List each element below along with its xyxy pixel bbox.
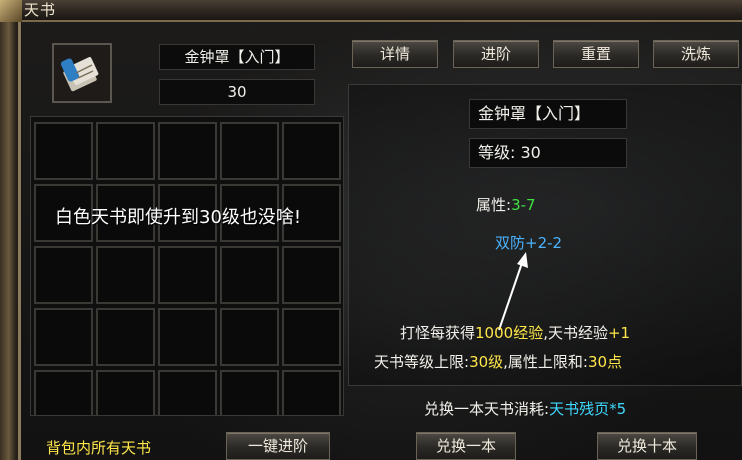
level-limit-line: 天书等级上限:30级,属性上限和:30点 xyxy=(374,351,622,372)
advance-button[interactable]: 进阶 xyxy=(453,40,539,68)
info-level-value: 30 xyxy=(520,143,541,162)
limit-prefix: 天书等级上限: xyxy=(374,353,470,371)
exchange-cost-line: 兑换一本天书消耗:天书残页*5 xyxy=(424,398,626,419)
book-level-field: 30 xyxy=(159,79,315,105)
limit-mid: ,属性上限和: xyxy=(503,353,588,371)
attribute-line: 属性:3-7 xyxy=(476,194,536,215)
limit-points: 30点 xyxy=(587,353,623,371)
inventory-slot[interactable] xyxy=(282,370,341,415)
inventory-slot[interactable] xyxy=(158,370,217,415)
exchange-cost-label: 兑换一本天书消耗: xyxy=(424,400,550,418)
inventory-slot[interactable] xyxy=(96,308,155,366)
inventory-slot[interactable] xyxy=(282,122,341,180)
info-level-label: 等级: xyxy=(478,143,516,162)
inventory-slot[interactable] xyxy=(34,370,93,415)
window-left-border xyxy=(0,0,22,460)
exp-mid: ,天书经验 xyxy=(543,324,608,342)
exchange-ten-button[interactable]: 兑换十本 xyxy=(597,432,697,460)
inventory-slot[interactable] xyxy=(220,370,279,415)
inventory-slot[interactable] xyxy=(220,246,279,304)
inventory-slot[interactable] xyxy=(220,308,279,366)
book-icon-slot[interactable] xyxy=(52,43,112,103)
inventory-slot[interactable] xyxy=(34,122,93,180)
refine-button[interactable]: 洗炼 xyxy=(653,40,739,68)
annotation-caption: 白色天书即使升到30级也没啥! xyxy=(55,207,302,228)
title-bar: 天书 xyxy=(0,0,742,22)
exp-amount: 1000经验 xyxy=(475,324,544,342)
inventory-slot[interactable] xyxy=(158,246,217,304)
book-name-field: 金钟罩【入门】 xyxy=(159,44,315,70)
exchange-one-button[interactable]: 兑换一本 xyxy=(416,432,516,460)
inventory-slot[interactable] xyxy=(158,122,217,180)
inventory-slot[interactable] xyxy=(34,246,93,304)
exchange-cost-value: 天书残页*5 xyxy=(549,400,627,418)
inventory-slot[interactable] xyxy=(96,370,155,415)
inventory-slot[interactable] xyxy=(34,308,93,366)
reset-button[interactable]: 重置 xyxy=(553,40,639,68)
exp-gain-line: 打怪每获得1000经验,天书经验+1 xyxy=(400,322,630,343)
attribute-label: 属性: xyxy=(476,196,512,214)
limit-level: 30级 xyxy=(469,353,504,371)
info-level-box: 等级: 30 xyxy=(469,138,627,168)
exp-prefix: 打怪每获得 xyxy=(400,324,476,342)
bag-all-books-label: 背包内所有天书 xyxy=(46,439,152,457)
scroll-book-icon xyxy=(60,57,99,92)
exp-gain: +1 xyxy=(607,324,631,342)
inventory-slot[interactable] xyxy=(282,246,341,304)
one-click-advance-button[interactable]: 一键进阶 xyxy=(226,432,330,460)
details-button[interactable]: 详情 xyxy=(352,40,438,68)
inventory-slot[interactable] xyxy=(220,122,279,180)
title-ornament xyxy=(0,0,22,22)
book-inventory-grid xyxy=(30,116,344,416)
info-book-name: 金钟罩【入门】 xyxy=(469,99,627,129)
attribute-value: 3-7 xyxy=(511,196,536,214)
inventory-slot[interactable] xyxy=(96,122,155,180)
inventory-slot[interactable] xyxy=(96,246,155,304)
inventory-slot[interactable] xyxy=(158,308,217,366)
window-title: 天书 xyxy=(24,1,57,19)
inventory-slot[interactable] xyxy=(282,308,341,366)
